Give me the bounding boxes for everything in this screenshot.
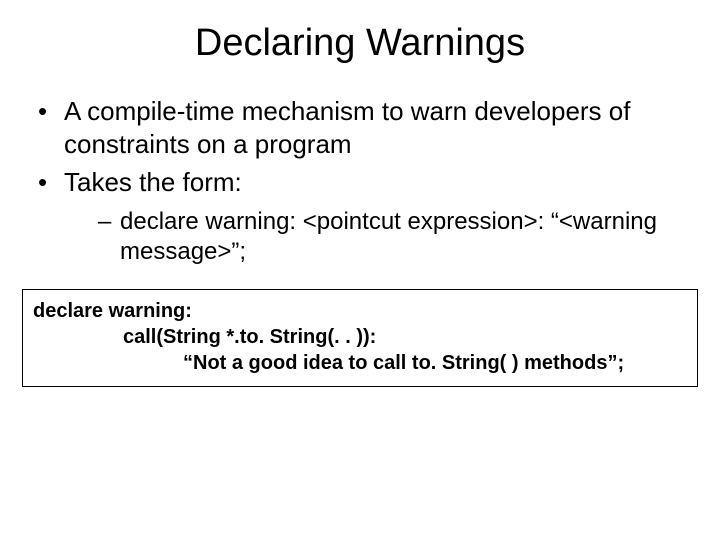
bullet-text: A compile-time mechanism to warn develop… <box>64 96 630 159</box>
sub-bullet-list: declare warning: <pointcut expression>: … <box>64 207 684 267</box>
code-line: “Not a good idea to call to. String( ) m… <box>33 350 687 376</box>
code-line: declare warning: <box>33 298 687 324</box>
sub-bullet-text: declare warning: <pointcut expression>: … <box>120 208 657 265</box>
slide-body: A compile-time mechanism to warn develop… <box>0 75 720 267</box>
bullet-item: A compile-time mechanism to warn develop… <box>36 95 684 160</box>
bullet-list: A compile-time mechanism to warn develop… <box>36 95 684 267</box>
bullet-text: Takes the form: <box>64 167 242 197</box>
bullet-item: Takes the form: declare warning: <pointc… <box>36 166 684 267</box>
slide-title: Declaring Warnings <box>0 0 720 75</box>
slide: Declaring Warnings A compile-time mechan… <box>0 0 720 540</box>
sub-bullet-item: declare warning: <pointcut expression>: … <box>98 207 684 267</box>
code-line: call(String *.to. String(. . )): <box>33 324 687 350</box>
code-example-box: declare warning: call(String *.to. Strin… <box>22 289 698 387</box>
